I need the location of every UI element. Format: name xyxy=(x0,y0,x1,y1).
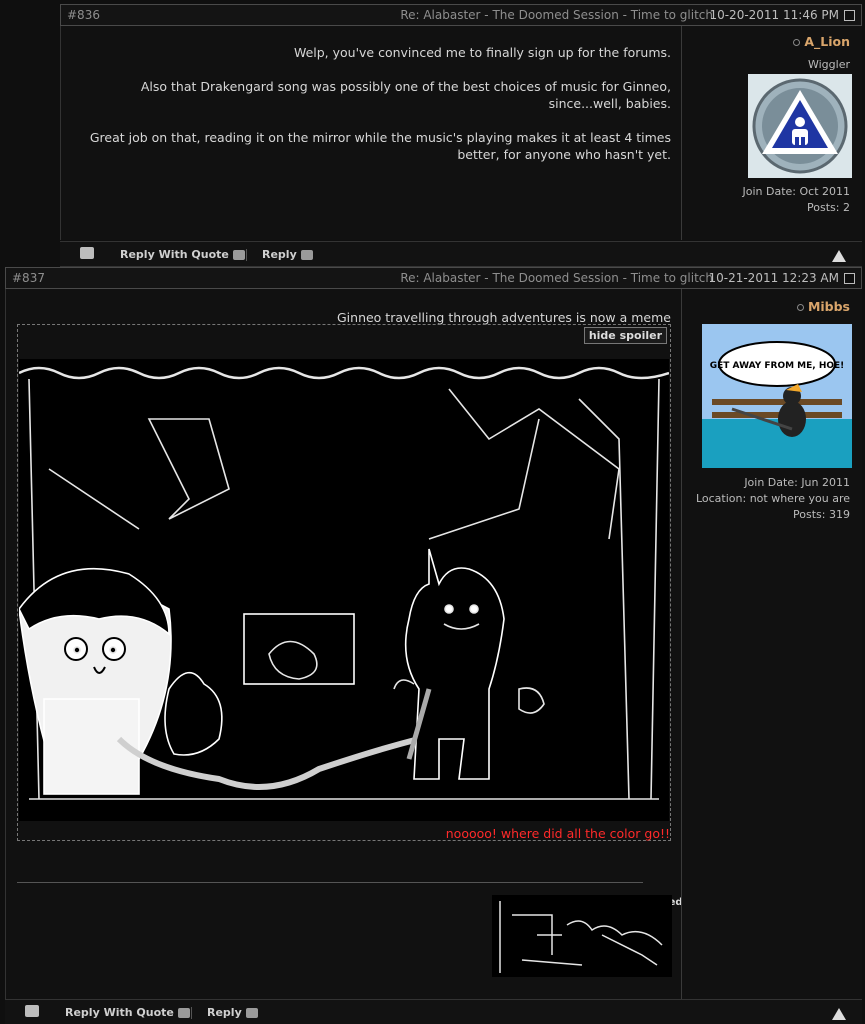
spoiler-caption: nooooo! where did all the color go!! xyxy=(445,826,670,841)
reply-with-quote-button[interactable]: Reply With Quote xyxy=(65,1006,193,1019)
quote-icon xyxy=(177,1008,190,1018)
user-location: Location: not where you are xyxy=(695,492,850,505)
post-count: Posts: 319 xyxy=(793,508,850,521)
post-body: Welp, you've convinced me to finally sig… xyxy=(60,26,862,240)
message-paragraph: Great job on that, reading it on the mir… xyxy=(89,130,671,162)
quote-icon xyxy=(232,250,245,260)
post-footer: Reply With Quote Reply xyxy=(60,241,862,267)
multiquote-icon[interactable] xyxy=(80,247,94,259)
username[interactable]: Mibbs xyxy=(796,299,850,314)
reply-arrow-icon xyxy=(245,1008,258,1018)
user-info: Mibbs GET AWAY FROM ME, HOE! Join Date: … xyxy=(681,289,862,999)
online-status-icon xyxy=(796,304,804,311)
warning-icon[interactable] xyxy=(832,250,846,262)
join-date: Join Date: Oct 2011 xyxy=(742,185,850,198)
post-footer: Reply With Quote Reply xyxy=(5,999,862,1024)
avatar-speech: GET AWAY FROM ME, HOE! xyxy=(710,361,845,371)
reply-button[interactable]: Reply xyxy=(207,1006,261,1019)
user-stats: Join Date: Oct 2011 Posts: 2 xyxy=(742,184,850,216)
avatar[interactable] xyxy=(748,74,852,178)
separator xyxy=(191,1007,192,1019)
reply-with-quote-button[interactable]: Reply With Quote xyxy=(120,248,248,261)
post-header: #836 Re: Alabaster - The Doomed Session … xyxy=(60,4,862,26)
post-title: Re: Alabaster - The Doomed Session - Tim… xyxy=(400,271,713,285)
post-datetime: 10-21-2011 12:23 AM xyxy=(708,271,839,285)
message-paragraph: Also that Drakengard song was possibly o… xyxy=(140,79,671,111)
post-number[interactable]: #836 xyxy=(67,5,100,25)
post-datetime: 10-20-2011 11:46 PM xyxy=(709,8,839,22)
post-header: #837 Re: Alabaster - The Doomed Session … xyxy=(5,267,862,289)
warning-icon[interactable] xyxy=(832,1008,846,1020)
post-message: Welp, you've convinced me to finally sig… xyxy=(81,44,671,180)
message-paragraph: Welp, you've convinced me to finally sig… xyxy=(293,45,671,60)
avatar[interactable]: GET AWAY FROM ME, HOE! xyxy=(702,324,852,468)
user-title: Wiggler xyxy=(807,58,850,71)
multiquote-icon[interactable] xyxy=(25,1005,39,1017)
user-info: A_Lion Wiggler Join Date: Oct 2011 Posts… xyxy=(681,26,862,240)
signature-divider xyxy=(17,882,643,883)
username[interactable]: A_Lion xyxy=(793,34,850,49)
reply-arrow-icon xyxy=(300,250,313,260)
checkbox-icon[interactable] xyxy=(844,273,855,284)
post-count: Posts: 2 xyxy=(807,201,850,214)
reply-button[interactable]: Reply xyxy=(262,248,316,261)
hide-spoiler-button[interactable]: hide spoiler xyxy=(583,327,667,344)
checkbox-icon[interactable] xyxy=(844,10,855,21)
spoiler-image[interactable] xyxy=(18,359,670,821)
online-status-icon xyxy=(793,39,801,46)
separator xyxy=(246,249,247,261)
post-body: Ginneo travelling through adventures is … xyxy=(5,289,862,999)
post-title: Re: Alabaster - The Doomed Session - Tim… xyxy=(400,8,713,22)
join-date: Join Date: Jun 2011 xyxy=(744,476,850,489)
post-number[interactable]: #837 xyxy=(12,268,45,288)
signature-image xyxy=(492,895,672,977)
user-stats: Join Date: Jun 2011 Location: not where … xyxy=(696,475,850,523)
